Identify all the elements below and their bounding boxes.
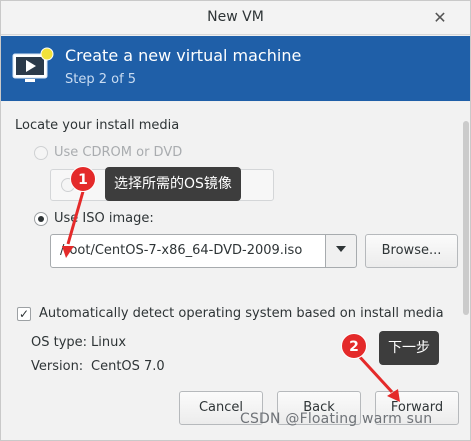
annotation-tooltip-2: 下一步 <box>379 331 439 365</box>
close-icon[interactable]: ✕ <box>430 8 450 28</box>
vm-wizard-icon <box>12 47 54 82</box>
annotation-tooltip-1: 选择所需的OS镜像 <box>105 167 241 201</box>
cdrom-radio[interactable] <box>34 146 48 160</box>
annotation-badge-1: 1 <box>70 166 96 192</box>
browse-button[interactable]: Browse... <box>365 234 458 268</box>
os-version-label: Version: <box>31 359 84 374</box>
iso-history-dropdown[interactable] <box>325 234 357 268</box>
auto-detect-label: Automatically detect operating system ba… <box>39 306 444 321</box>
iso-path-input[interactable]: /root/CentOS-7-x86_64-DVD-2009.iso <box>50 234 326 268</box>
chevron-down-icon <box>336 246 346 252</box>
iso-radio[interactable] <box>34 212 48 226</box>
title-bar: New VM ✕ <box>1 1 470 35</box>
cdrom-option-label: Use CDROM or DVD <box>54 145 183 160</box>
os-version-value: CentOS 7.0 <box>91 359 165 374</box>
annotation-badge-2: 2 <box>341 333 367 359</box>
install-media-label: Locate your install media <box>15 118 180 133</box>
new-vm-dialog: New VM ✕ Create a new virtual machine St… <box>0 0 471 441</box>
wizard-step: Step 2 of 5 <box>65 72 137 87</box>
scrollbar[interactable] <box>463 121 469 315</box>
iso-option-label: Use ISO image: <box>54 211 154 226</box>
window-title: New VM <box>207 9 264 25</box>
os-type-label: OS type: <box>31 335 88 350</box>
auto-detect-checkbox[interactable]: ✓ <box>17 307 31 321</box>
wizard-title: Create a new virtual machine <box>65 46 302 65</box>
watermark: CSDN @Floating warm sun <box>240 411 433 427</box>
os-type-value: Linux <box>91 335 127 350</box>
wizard-header: Create a new virtual machine Step 2 of 5 <box>1 36 470 101</box>
